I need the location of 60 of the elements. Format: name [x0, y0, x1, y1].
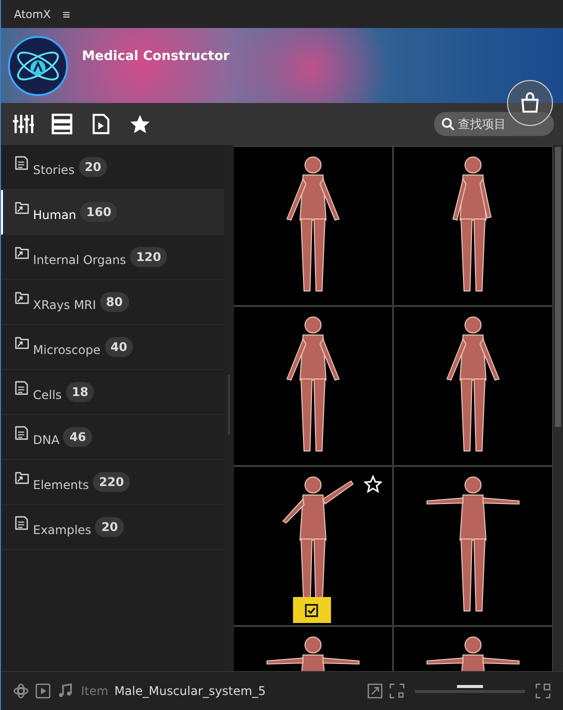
expand-icon[interactable]: [367, 683, 383, 699]
folder-shortcut-icon: [15, 336, 29, 350]
folder-shortcut-icon: [15, 201, 29, 215]
select-button[interactable]: [292, 597, 331, 623]
category-item[interactable]: XRays MRI 80: [1, 280, 224, 325]
thumbnail-tile[interactable]: [234, 467, 392, 625]
thumbnail-tile[interactable]: [394, 467, 552, 625]
search-field[interactable]: 查找项目: [434, 112, 554, 136]
play-icon[interactable]: [35, 683, 51, 699]
count-badge: 20: [78, 157, 108, 177]
thumbnail-tile[interactable]: [394, 307, 552, 465]
category-item[interactable]: DNA 46: [1, 415, 224, 460]
category-item[interactable]: Examples 20: [1, 505, 224, 550]
folder-shortcut-icon: [15, 291, 29, 305]
thumbnail-tile[interactable]: [394, 147, 552, 305]
scrollbar-thumb[interactable]: [555, 147, 562, 427]
small-grid-icon[interactable]: [389, 683, 405, 699]
category-label: Microscope: [33, 343, 100, 357]
count-badge: 46: [63, 427, 92, 447]
category-item[interactable]: Microscope 40: [1, 325, 224, 370]
star-outline-icon[interactable]: [364, 475, 382, 493]
window-title: AtomX: [14, 8, 51, 20]
large-grid-icon[interactable]: [535, 683, 551, 699]
menu-button[interactable]: ≡: [62, 6, 70, 22]
star-icon[interactable]: [129, 113, 151, 135]
sliders-icon[interactable]: [12, 113, 34, 135]
category-item[interactable]: Internal Organs 120: [1, 235, 224, 280]
category-item[interactable]: Human 160: [1, 190, 224, 235]
count-badge: 220: [92, 472, 130, 492]
category-label: Cells: [33, 388, 62, 402]
banner-title: Medical Constructor: [82, 49, 230, 64]
item-label: Item: [81, 684, 108, 698]
thumbnail-tile[interactable]: [234, 147, 392, 305]
item-name: Male_Muscular_system_5: [114, 684, 266, 698]
folder-shortcut-icon: [15, 246, 29, 260]
folder-shortcut-icon: [15, 471, 29, 485]
count-badge: 18: [66, 382, 94, 402]
orbit-icon[interactable]: [13, 683, 29, 699]
category-label: XRays MRI: [33, 298, 96, 312]
category-label: DNA: [33, 433, 60, 447]
music-note-icon[interactable]: [57, 683, 73, 699]
category-item[interactable]: Elements 220: [1, 460, 224, 505]
category-label: Examples: [33, 523, 92, 537]
atom-logo-icon: [8, 36, 68, 96]
video-file-icon[interactable]: [90, 113, 112, 135]
count-badge: 20: [95, 517, 124, 537]
count-badge: 40: [104, 337, 134, 357]
category-label: Stories: [33, 163, 75, 177]
count-badge: 120: [130, 247, 168, 267]
count-badge: 80: [100, 292, 129, 312]
category-label: Elements: [33, 478, 89, 492]
category-label: Internal Organs: [33, 253, 126, 267]
thumbnail-tile[interactable]: [234, 307, 392, 465]
category-item[interactable]: Cells 18: [1, 370, 224, 415]
category-label: Human: [33, 208, 76, 222]
search-icon: [441, 117, 455, 131]
list-icon[interactable]: [51, 113, 73, 135]
slider-thumb[interactable]: [457, 684, 483, 688]
count-badge: 160: [80, 202, 118, 222]
checkbox-icon: [305, 604, 318, 616]
